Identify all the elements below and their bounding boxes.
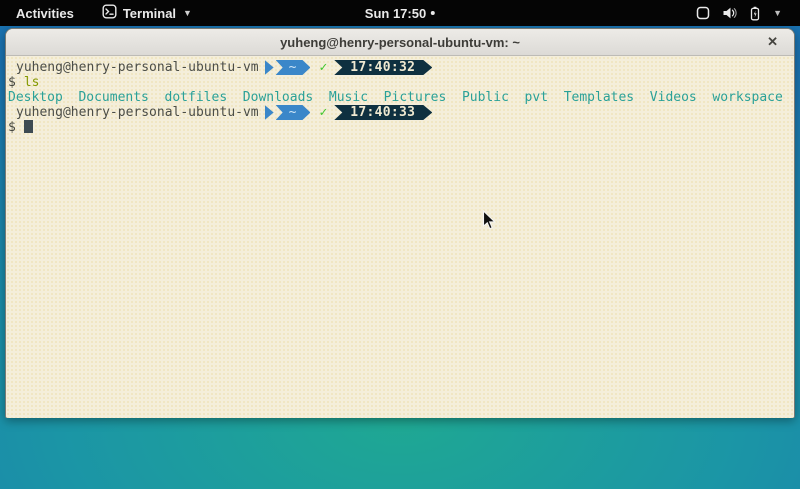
terminal-icon: [102, 4, 117, 22]
activities-button[interactable]: Activities: [12, 4, 78, 23]
top-bar: Activities Terminal ▼ Sun 17:50: [0, 0, 800, 26]
prompt-line: yuheng@henry-personal-ubuntu-vm ~ ✓ 17:4…: [8, 60, 792, 75]
input-line[interactable]: $: [8, 120, 792, 135]
command-line: $ ls: [8, 75, 792, 90]
window-title: yuheng@henry-personal-ubuntu-vm: ~: [280, 35, 520, 50]
prompt-path-segment: ~: [276, 60, 311, 75]
typed-command: ls: [24, 75, 40, 90]
prompt-time-segment: 17:40:33: [334, 105, 432, 120]
ls-output: Desktop Documents dotfiles Downloads Mus…: [8, 90, 792, 105]
prompt-symbol: $: [8, 120, 16, 135]
check-icon: ✓: [319, 105, 327, 120]
terminal-content[interactable]: yuheng@henry-personal-ubuntu-vm ~ ✓ 17:4…: [6, 56, 794, 418]
prompt-time-segment: 17:40:32: [334, 60, 432, 75]
chevron-down-icon: ▼: [773, 8, 782, 18]
powerline-arrow-icon: [265, 105, 274, 120]
clock-label: Sun 17:50: [365, 6, 426, 21]
desktop: Activities Terminal ▼ Sun 17:50: [0, 0, 800, 489]
powerline-arrow-icon: [265, 60, 274, 75]
check-icon: ✓: [319, 60, 327, 75]
volume-icon: [722, 6, 737, 20]
terminal-window: yuheng@henry-personal-ubuntu-vm: ~ ✕ yuh…: [5, 28, 795, 418]
clock[interactable]: Sun 17:50: [365, 6, 435, 21]
chevron-down-icon: ▼: [183, 8, 192, 18]
battery-charging-icon: [749, 6, 761, 21]
prompt-path-segment: ~: [276, 105, 311, 120]
prompt-user-host: yuheng@henry-personal-ubuntu-vm: [16, 105, 259, 120]
prompt-user-host: yuheng@henry-personal-ubuntu-vm: [16, 60, 259, 75]
close-icon[interactable]: ✕: [763, 29, 782, 55]
title-bar[interactable]: yuheng@henry-personal-ubuntu-vm: ~ ✕: [6, 29, 794, 56]
app-menu-label: Terminal: [123, 6, 176, 21]
system-tray[interactable]: ▼: [696, 0, 782, 26]
notification-dot: [431, 11, 435, 15]
text-cursor: [24, 120, 33, 133]
screen-icon: [696, 6, 710, 20]
prompt-symbol: $: [8, 75, 16, 90]
prompt-line: yuheng@henry-personal-ubuntu-vm ~ ✓ 17:4…: [8, 105, 792, 120]
app-menu[interactable]: Terminal ▼: [102, 4, 192, 22]
